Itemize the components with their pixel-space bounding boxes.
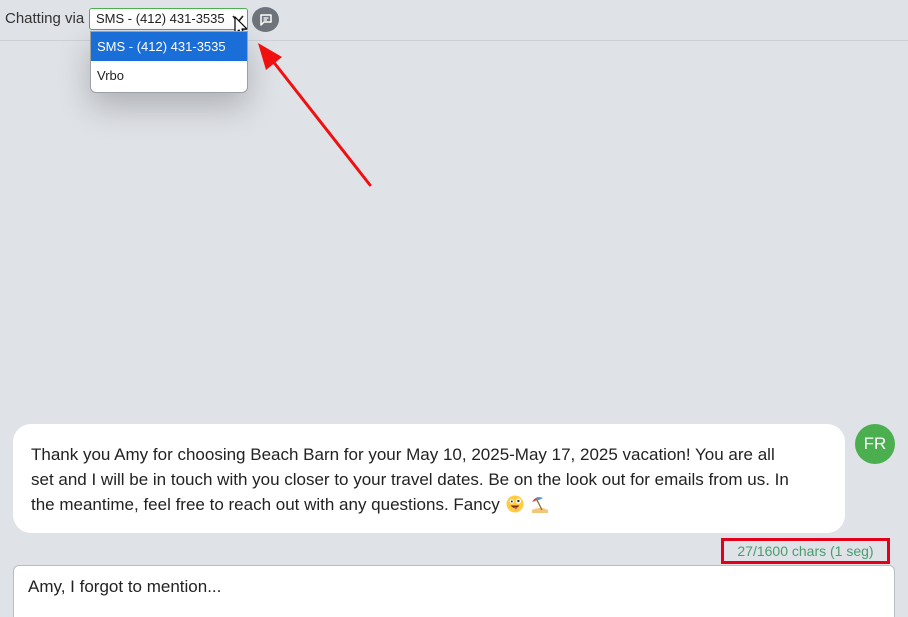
beach-umbrella-emoji [532,497,549,513]
message-bubble: Thank you Amy for choosing Beach Barn fo… [13,424,845,533]
message-line: the meantime, feel free to reach out wit… [31,495,500,514]
zany-face-emoji [506,495,524,513]
channel-select[interactable]: SMS - (412) 431-3535 [89,8,248,30]
chatting-via-label: Chatting via [5,10,85,27]
message-line-with-emoji: the meantime, feel free to reach out wit… [31,492,827,517]
chat-page: Chatting via SMS - (412) 431-3535 SMS - … [0,0,908,617]
message-square-icon [259,13,272,26]
message-line: set and I will be in touch with you clos… [31,470,789,489]
channel-select-value: SMS - (412) 431-3535 [96,11,225,26]
message-input[interactable]: Amy, I forgot to mention... [13,565,895,617]
channel-dropdown-list: SMS - (412) 431-3535 Vrbo [90,31,248,93]
message-line: Thank you Amy for choosing Beach Barn fo… [31,445,775,464]
character-count: 27/1600 chars (1 seg) [721,538,890,564]
message-template-button[interactable] [252,7,279,32]
channel-option-vrbo[interactable]: Vrbo [91,61,247,90]
channel-option-sms[interactable]: SMS - (412) 431-3535 [91,32,247,61]
avatar: FR [855,424,895,464]
